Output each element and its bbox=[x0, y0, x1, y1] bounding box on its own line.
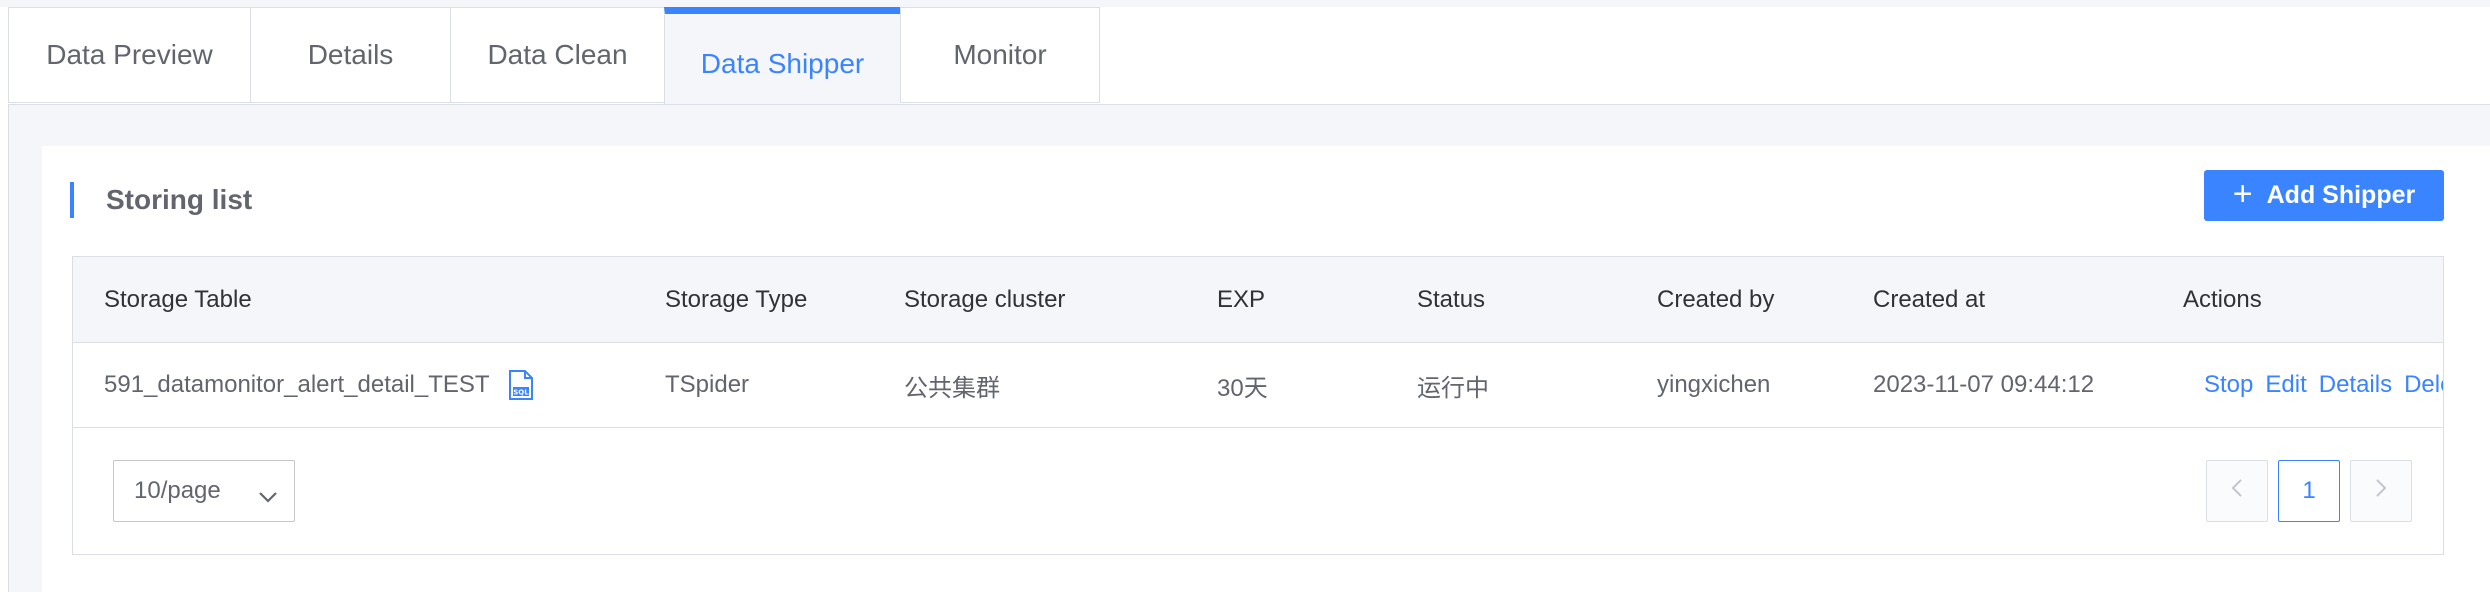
stop-action[interactable]: Stop bbox=[2204, 371, 2253, 399]
tab-data-shipper[interactable]: Data Shipper bbox=[664, 7, 900, 106]
created-at-cell: 2023-11-07 09:44:12 bbox=[1873, 371, 2095, 398]
chevron-right-icon bbox=[2375, 477, 2387, 505]
tab-monitor[interactable]: Monitor bbox=[900, 7, 1100, 103]
title-accent-bar bbox=[70, 182, 74, 218]
storage-type-cell: TSpider bbox=[665, 371, 750, 398]
column-header: Status bbox=[1417, 285, 1486, 313]
column-header: Created by bbox=[1657, 285, 1775, 313]
table-header: Storage Table Storage Type Storage clust… bbox=[73, 257, 2443, 343]
top-strip bbox=[0, 0, 2490, 7]
storing-table: Storage Table Storage Type Storage clust… bbox=[72, 256, 2444, 555]
edit-action[interactable]: Edit bbox=[2265, 371, 2306, 399]
page-size-value: 10/page bbox=[134, 477, 221, 504]
column-header: Actions bbox=[2183, 285, 2262, 313]
chevron-left-icon bbox=[2231, 477, 2243, 505]
actions-cell: Stop Edit Details Delete bbox=[2204, 343, 2443, 427]
section-title: Storing list bbox=[106, 184, 253, 215]
exp-cell: 30天 bbox=[1217, 374, 1268, 402]
column-header: Storage Type bbox=[665, 285, 808, 313]
prev-page-button[interactable] bbox=[2206, 460, 2268, 522]
chevron-down-icon bbox=[258, 483, 278, 511]
status-cell: 运行中 bbox=[1417, 374, 1489, 402]
sql-file-icon[interactable]: SQL bbox=[508, 370, 534, 400]
tab-data-clean[interactable]: Data Clean bbox=[450, 7, 664, 103]
svg-text:SQL: SQL bbox=[513, 389, 529, 397]
tab-details[interactable]: Details bbox=[250, 7, 450, 103]
column-header: Storage cluster bbox=[904, 285, 1066, 313]
column-header: EXP bbox=[1217, 285, 1266, 313]
created-by-cell: yingxichen bbox=[1657, 371, 1771, 398]
add-shipper-button[interactable]: + Add Shipper bbox=[2204, 170, 2444, 221]
tab-bar: Data Preview Details Data Clean Data Shi… bbox=[8, 7, 1100, 106]
storage-table-cell: 591_datamonitor_alert_detail_TEST SQL bbox=[104, 343, 534, 427]
page-size-select[interactable]: 10/page bbox=[113, 460, 295, 522]
column-header: Storage Table bbox=[104, 285, 252, 313]
storage-cluster-cell: 公共集群 bbox=[904, 374, 1000, 402]
next-page-button[interactable] bbox=[2350, 460, 2412, 522]
storage-table-name: 591_datamonitor_alert_detail_TEST bbox=[104, 371, 490, 398]
column-header: Created at bbox=[1873, 285, 1986, 313]
table-row: 591_datamonitor_alert_detail_TEST SQL TS… bbox=[73, 343, 2443, 428]
add-shipper-label: Add Shipper bbox=[2266, 181, 2416, 209]
plus-icon: + bbox=[2232, 174, 2253, 213]
page-number-button[interactable]: 1 bbox=[2278, 460, 2340, 522]
tab-data-preview[interactable]: Data Preview bbox=[8, 7, 250, 103]
details-action[interactable]: Details bbox=[2319, 371, 2392, 399]
delete-action[interactable]: Delete bbox=[2404, 371, 2443, 399]
